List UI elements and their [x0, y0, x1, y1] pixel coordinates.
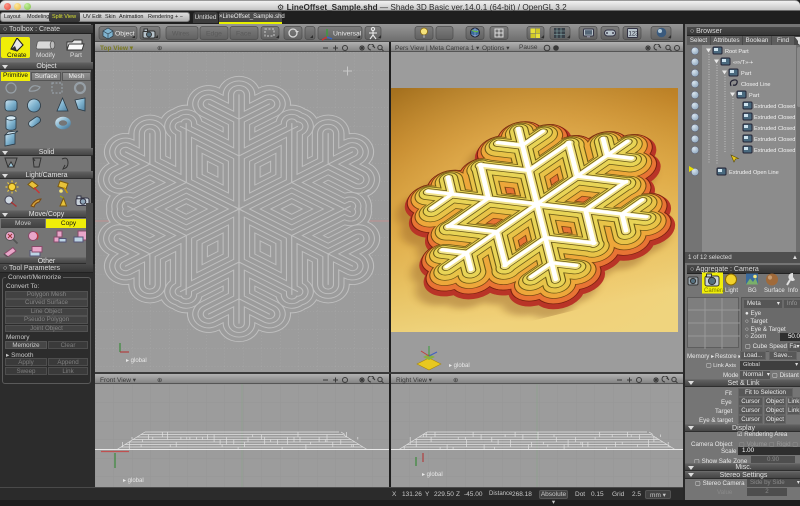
- svg-text:Part: Part: [749, 93, 760, 99]
- svg-text:Universal: Universal: [333, 31, 362, 38]
- svg-text:123: 123: [629, 32, 640, 38]
- svg-text:Extruded Closed: Extruded Closed: [754, 148, 795, 154]
- svg-text:▸ global: ▸ global: [126, 358, 147, 364]
- svg-text:▸ global: ▸ global: [422, 472, 443, 478]
- svg-text:▸ global: ▸ global: [449, 363, 470, 369]
- svg-text:Camera: Camera: [704, 288, 726, 294]
- svg-text:Extruded Closed: Extruded Closed: [754, 126, 795, 132]
- svg-text:BG: BG: [748, 288, 757, 294]
- svg-text:Info: Info: [788, 288, 799, 294]
- svg-text:Wires: Wires: [172, 31, 190, 38]
- svg-text:«∞/T»-+: «∞/T»-+: [733, 60, 753, 66]
- svg-text:Edge: Edge: [206, 31, 222, 38]
- svg-text:Part: Part: [741, 71, 752, 77]
- svg-text:▸ global: ▸ global: [123, 478, 144, 484]
- svg-text:Surface: Surface: [764, 288, 785, 294]
- svg-text:Extruded Open Line: Extruded Open Line: [729, 170, 779, 176]
- svg-text:Root Part: Root Part: [725, 49, 749, 55]
- svg-text:Extruded Closed: Extruded Closed: [754, 137, 795, 143]
- svg-text:Object: Object: [115, 31, 135, 38]
- svg-text:Light: Light: [725, 288, 738, 294]
- svg-text:Extruded Closed: Extruded Closed: [754, 104, 795, 110]
- svg-text:Face: Face: [236, 31, 251, 38]
- svg-text:Closed Line: Closed Line: [741, 82, 771, 88]
- svg-text:Extruded Closed: Extruded Closed: [754, 115, 795, 121]
